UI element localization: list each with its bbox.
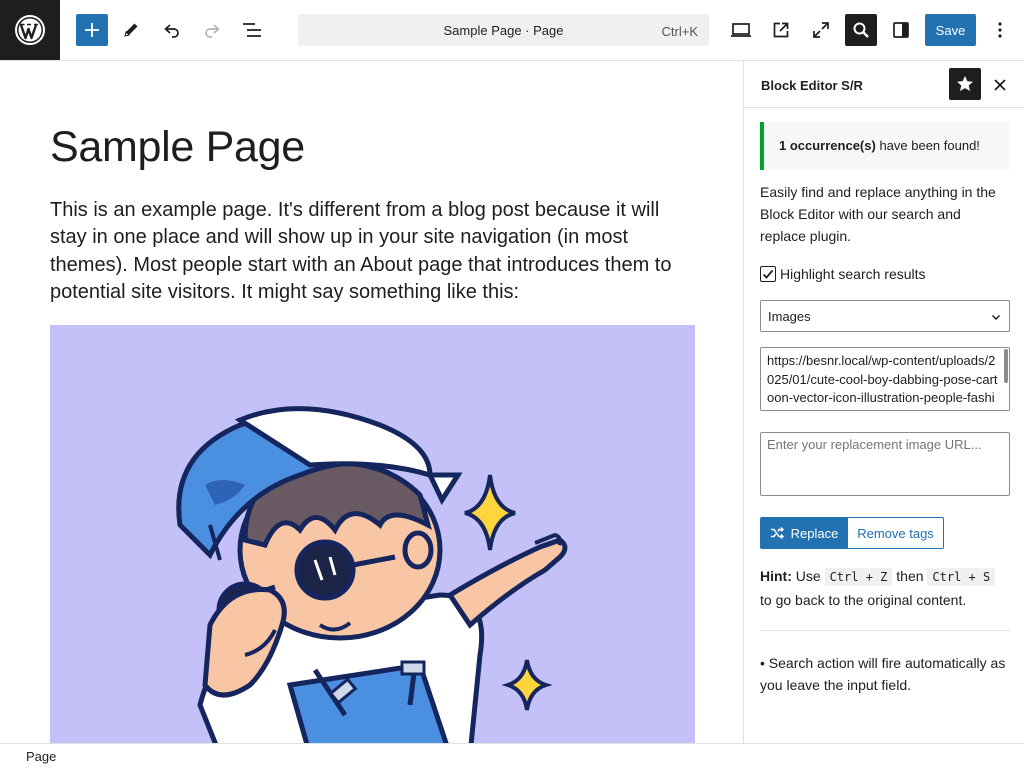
editor-header: Sample Page · Page Ctrl+K Save <box>0 0 1024 61</box>
save-shortcut: Ctrl + S <box>927 568 996 586</box>
hint-then: then <box>896 568 924 584</box>
sidebar-header: Block Editor S/R <box>744 61 1024 108</box>
desktop-icon <box>731 23 751 37</box>
sidebar-toggle-icon <box>893 22 909 38</box>
auto-search-note: • Search action will fire automatically … <box>760 655 1006 693</box>
plugin-description: Easily find and replace anything in the … <box>760 184 996 244</box>
cartoon-boy-illustration <box>176 406 568 743</box>
command-shortcut: Ctrl+K <box>661 24 698 39</box>
preview-device-button[interactable] <box>725 14 757 46</box>
search-replace-sidebar: Block Editor S/R 1 occurrence(s) have be… <box>743 61 1024 743</box>
chevron-down-icon <box>991 314 1001 321</box>
action-buttons: Replace Remove tags <box>760 517 944 549</box>
occurrence-count: 1 occurrence(s) <box>779 138 876 153</box>
settings-sidebar-button[interactable] <box>885 14 917 46</box>
redo-icon <box>205 24 220 38</box>
search-replace-button[interactable] <box>845 14 877 46</box>
replace-button[interactable]: Replace <box>760 517 848 549</box>
editor-canvas: Sample Page This is an example page. It'… <box>0 61 743 743</box>
pencil-icon <box>124 23 138 37</box>
search-icon <box>853 22 869 38</box>
command-palette-bar[interactable]: Sample Page · Page Ctrl+K <box>298 14 709 46</box>
checkmark-icon <box>762 269 774 279</box>
search-input-scrollbar[interactable] <box>1004 349 1008 383</box>
page-paragraph[interactable]: This is an example page. It's different … <box>50 197 700 307</box>
hint-label: Hint: <box>760 568 792 584</box>
remove-tags-button[interactable]: Remove tags <box>848 517 944 549</box>
results-notice: 1 occurrence(s) have been found! <box>760 122 1009 170</box>
search-input-value: https://besnr.local/wp-content/uploads/2… <box>767 353 998 410</box>
wordpress-logo-icon[interactable] <box>0 0 60 60</box>
search-input[interactable]: https://besnr.local/wp-content/uploads/2… <box>760 347 1010 411</box>
document-title: Sample Page · Page <box>443 23 564 38</box>
editor-footer: Page <box>0 743 1024 768</box>
page-image[interactable] <box>50 325 695 743</box>
save-button[interactable]: Save <box>925 14 976 46</box>
pin-plugin-button[interactable] <box>949 68 981 100</box>
options-button[interactable] <box>984 14 1016 46</box>
list-view-icon <box>243 23 261 37</box>
hint-use: Use <box>795 568 821 584</box>
highlight-checkbox[interactable] <box>760 266 776 282</box>
hint-text: Hint: Use Ctrl + Z then Ctrl + S to go b… <box>760 565 1010 612</box>
undo-icon <box>164 24 179 38</box>
hint-rest: to go back to the original content. <box>760 592 967 608</box>
view-page-button[interactable] <box>765 14 797 46</box>
undo-shortcut: Ctrl + Z <box>824 568 893 586</box>
select-value: Images <box>768 309 811 324</box>
external-link-icon <box>773 22 789 38</box>
fullscreen-icon <box>813 22 829 38</box>
tools-button[interactable] <box>115 14 147 46</box>
replace-input[interactable]: Enter your replacement image URL... <box>760 432 1010 496</box>
page-title[interactable]: Sample Page <box>50 123 305 172</box>
shuffle-icon <box>770 526 784 540</box>
highlight-label: Highlight search results <box>780 266 926 282</box>
plus-icon <box>85 23 99 37</box>
notice-text: have been found! <box>875 138 980 153</box>
replace-input-placeholder: Enter your replacement image URL... <box>767 437 982 452</box>
more-vertical-icon <box>998 22 1002 38</box>
undo-button[interactable] <box>156 14 188 46</box>
highlight-toggle-row[interactable]: Highlight search results <box>760 264 926 284</box>
sidebar-title: Block Editor S/R <box>761 78 863 93</box>
add-block-button[interactable] <box>76 14 108 46</box>
close-icon <box>994 79 1006 91</box>
breadcrumb[interactable]: Page <box>26 749 56 764</box>
divider <box>760 630 1010 631</box>
close-sidebar-button[interactable] <box>988 73 1012 97</box>
redo-button[interactable] <box>196 14 228 46</box>
star-icon <box>957 76 973 91</box>
list-view-button[interactable] <box>236 14 268 46</box>
search-type-select[interactable]: Images <box>760 300 1010 332</box>
replace-button-label: Replace <box>790 525 839 541</box>
fullscreen-button[interactable] <box>805 14 837 46</box>
